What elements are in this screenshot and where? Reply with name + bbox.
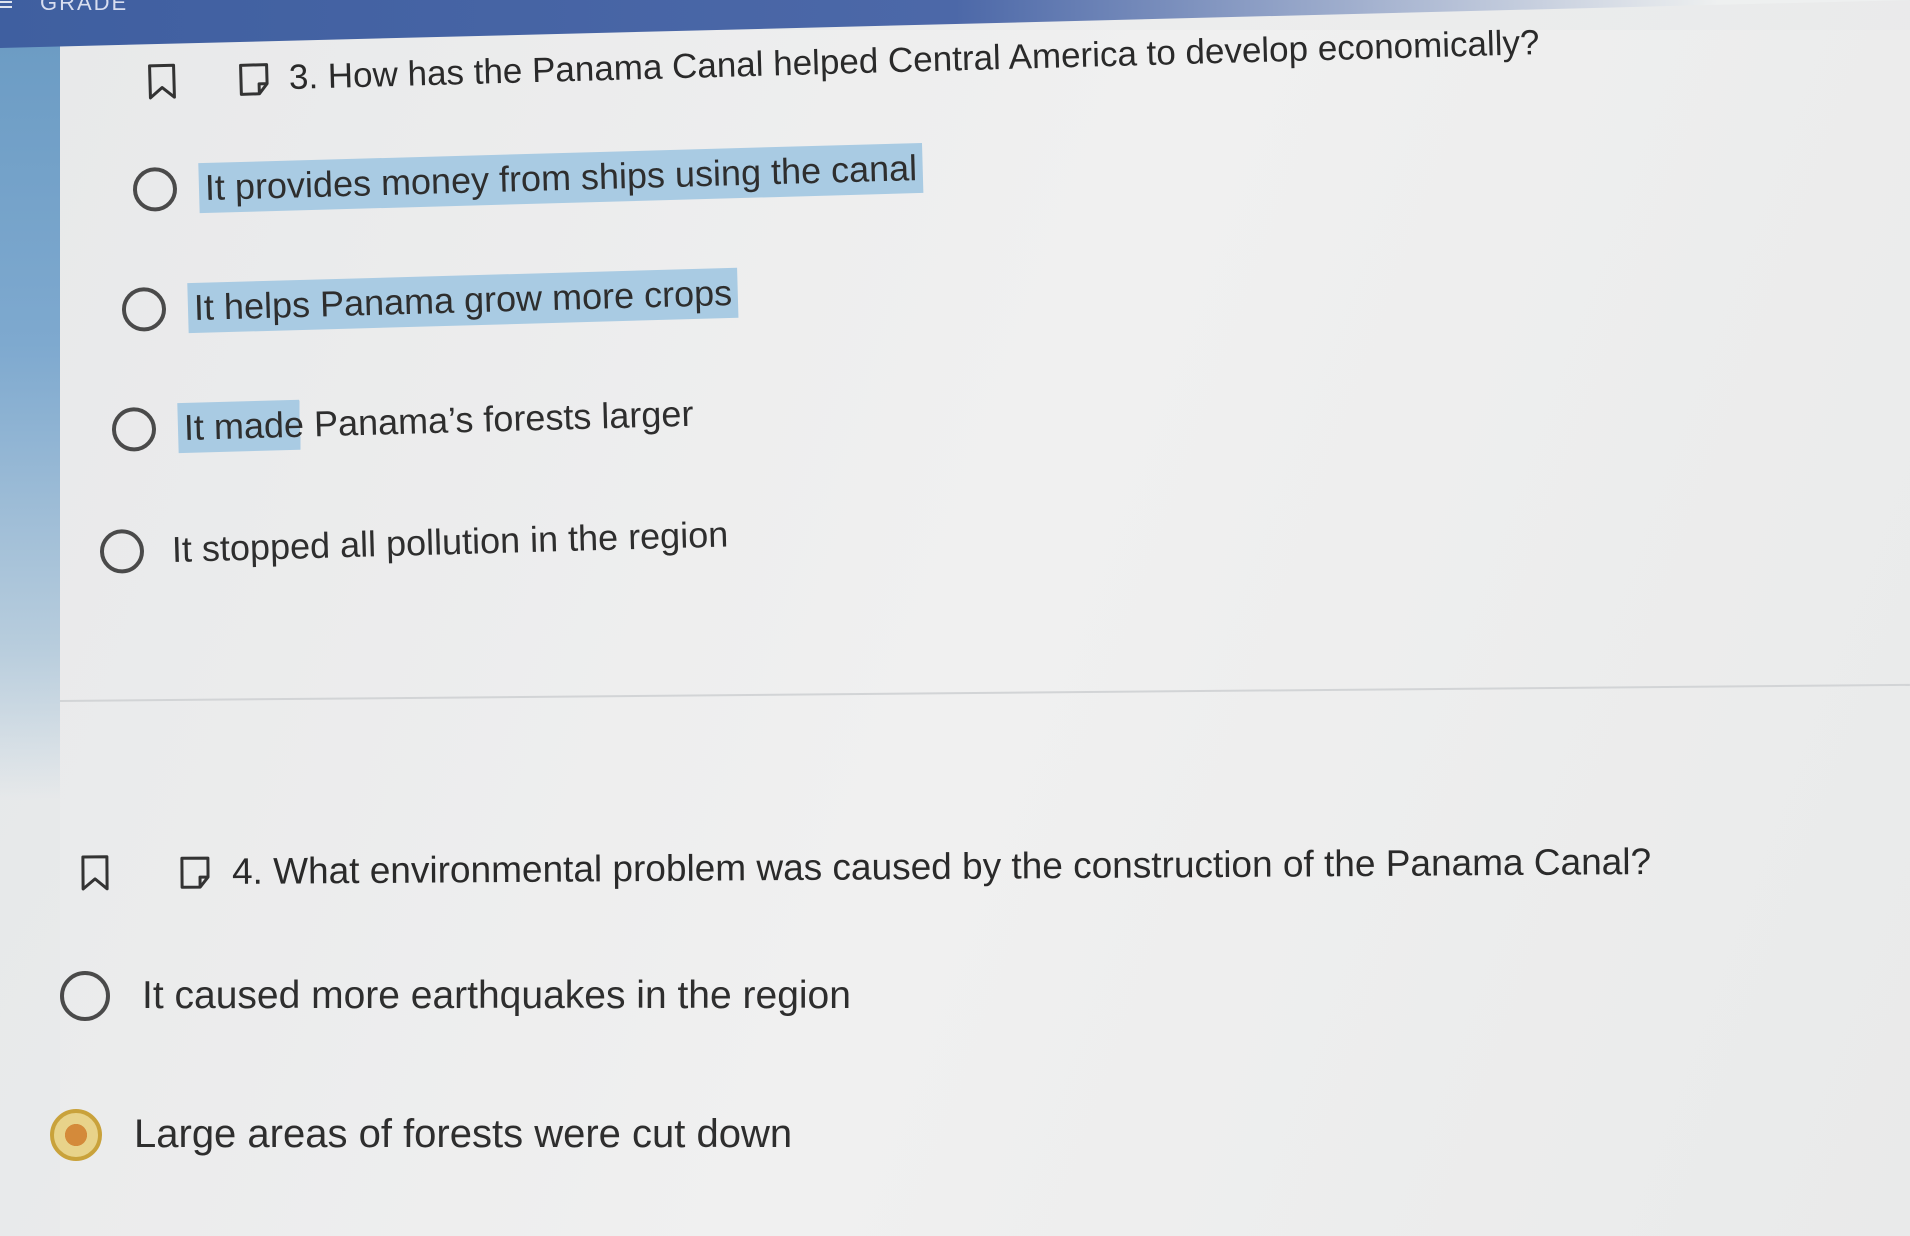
header-title: GRADE — [40, 0, 129, 15]
radio-button[interactable] — [121, 286, 167, 332]
option-label: Large areas of forests were cut down — [134, 1112, 793, 1156]
question-4-option-2[interactable]: Large areas of forests were cut down — [50, 1108, 798, 1161]
radio-button[interactable] — [99, 528, 145, 574]
radio-button[interactable] — [132, 166, 178, 212]
question-4-option-1[interactable]: It caused more earthquakes in the region — [60, 970, 857, 1022]
note-icon[interactable] — [236, 59, 271, 98]
option-label: It caused more earthquakes in the region — [142, 974, 851, 1017]
menu-icon[interactable] — [0, 0, 14, 14]
note-icon[interactable] — [178, 853, 212, 891]
bookmark-icon[interactable] — [78, 854, 112, 892]
bookmark-icon[interactable] — [144, 62, 179, 101]
screen: GRADE 3. How has the Panama Canal helped… — [0, 0, 1910, 1236]
radio-button[interactable] — [111, 406, 157, 452]
question-card — [60, 30, 1910, 1236]
radio-button[interactable] — [60, 971, 110, 1021]
radio-button-selected[interactable] — [50, 1108, 102, 1161]
